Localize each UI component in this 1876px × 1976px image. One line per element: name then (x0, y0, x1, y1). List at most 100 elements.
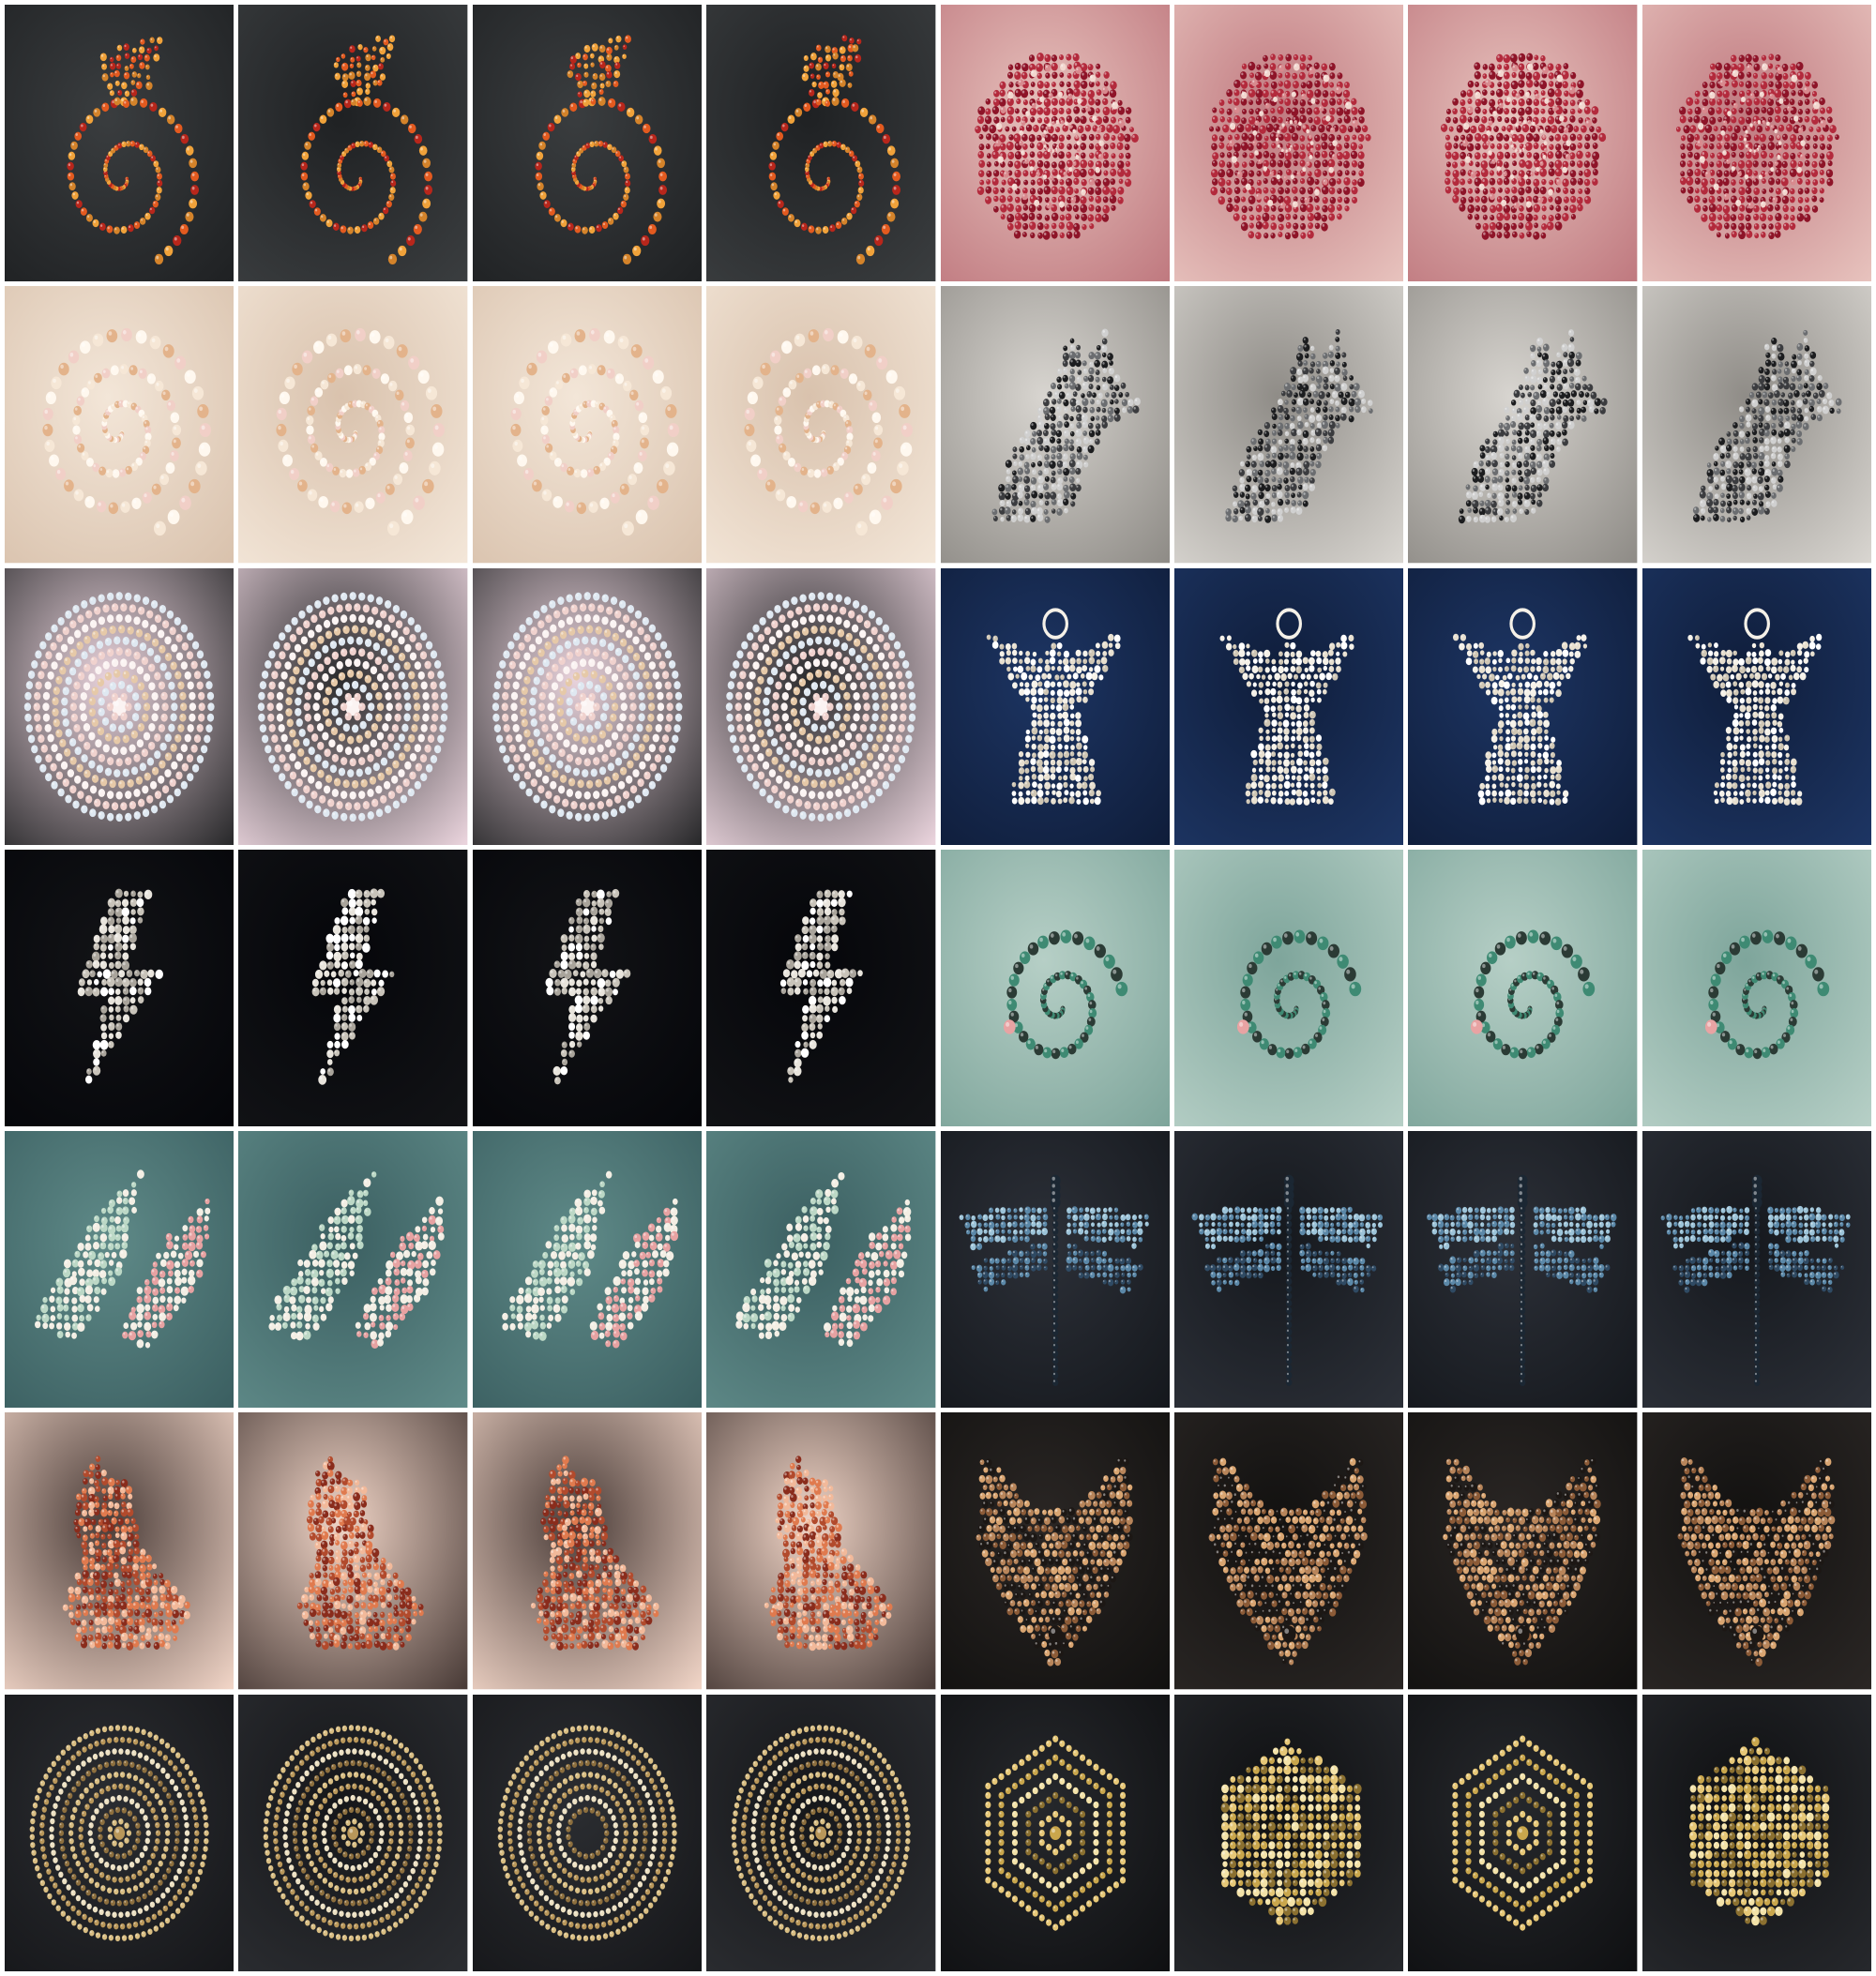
dot-circle-artwork (238, 1694, 468, 1971)
rose-art-tile (1408, 5, 1638, 282)
wolf-head-art-tile (1408, 1412, 1638, 1690)
wolf-silhouette-artwork (1408, 286, 1638, 564)
wolf-silhouette-art-tile (940, 286, 1170, 564)
wolf-silhouette-art-tile (1173, 286, 1404, 564)
mandala-flower-art-tile (706, 567, 936, 845)
curl-creature-artwork (1173, 849, 1404, 1127)
nautilus-artwork (472, 286, 703, 564)
hexagon-artwork (1642, 1694, 1871, 1971)
hexagon-art-tile (1173, 1694, 1404, 1971)
fox-sitting-art-tile (706, 1412, 936, 1690)
mandala-flower-artwork (472, 567, 703, 845)
angel-artwork (940, 567, 1170, 845)
phoenix-artwork (238, 5, 468, 282)
wolf-head-artwork (1173, 1412, 1404, 1690)
fox-sitting-artwork (706, 1412, 936, 1690)
hexagon-art-tile (1408, 1694, 1638, 1971)
wings-art-tile (472, 1131, 703, 1409)
nautilus-art-tile (238, 286, 468, 564)
wings-art-tile (238, 1131, 468, 1409)
rose-artwork (1173, 5, 1404, 282)
dragonfly-artwork (1173, 1131, 1404, 1409)
wolf-silhouette-artwork (1173, 286, 1404, 564)
phoenix-art-tile (706, 5, 936, 282)
curl-creature-art-tile (1408, 849, 1638, 1127)
lightning-bolt-artwork (238, 849, 468, 1127)
curl-creature-art-tile (940, 849, 1170, 1127)
hexagon-art-tile (1642, 1694, 1871, 1971)
dot-circle-art-tile (5, 1694, 234, 1971)
wolf-silhouette-artwork (940, 286, 1170, 564)
hexagon-artwork (1173, 1694, 1404, 1971)
wings-artwork (472, 1131, 703, 1409)
curl-creature-art-tile (1642, 849, 1871, 1127)
dot-circle-artwork (472, 1694, 703, 1971)
hexagon-artwork (940, 1694, 1170, 1971)
mandala-flower-artwork (238, 567, 468, 845)
dot-circle-art-tile (706, 1694, 936, 1971)
lightning-bolt-artwork (706, 849, 936, 1127)
image-mosaic-grid (5, 5, 1871, 1971)
mandala-flower-artwork (706, 567, 936, 845)
wings-artwork (706, 1131, 936, 1409)
dragonfly-artwork (1408, 1131, 1638, 1409)
dragonfly-art-tile (940, 1131, 1170, 1409)
wolf-head-art-tile (1173, 1412, 1404, 1690)
angel-artwork (1408, 567, 1638, 845)
fox-sitting-artwork (5, 1412, 234, 1690)
mandala-flower-art-tile (238, 567, 468, 845)
dot-circle-artwork (5, 1694, 234, 1971)
dot-circle-artwork (706, 1694, 936, 1971)
hexagon-art-tile (940, 1694, 1170, 1971)
phoenix-art-tile (238, 5, 468, 282)
lightning-bolt-art-tile (5, 849, 234, 1127)
phoenix-artwork (706, 5, 936, 282)
fox-sitting-art-tile (5, 1412, 234, 1690)
mandala-flower-artwork (5, 567, 234, 845)
lightning-bolt-artwork (472, 849, 703, 1127)
wolf-head-art-tile (940, 1412, 1170, 1690)
wolf-silhouette-artwork (1642, 286, 1871, 564)
rose-artwork (1642, 5, 1871, 282)
angel-art-tile (1642, 567, 1871, 845)
nautilus-art-tile (706, 286, 936, 564)
fox-sitting-art-tile (238, 1412, 468, 1690)
dragonfly-art-tile (1642, 1131, 1871, 1409)
dragonfly-artwork (1642, 1131, 1871, 1409)
fox-sitting-artwork (238, 1412, 468, 1690)
lightning-bolt-art-tile (706, 849, 936, 1127)
wings-art-tile (5, 1131, 234, 1409)
phoenix-artwork (5, 5, 234, 282)
angel-art-tile (940, 567, 1170, 845)
wings-artwork (238, 1131, 468, 1409)
wolf-head-art-tile (1642, 1412, 1871, 1690)
rose-artwork (1408, 5, 1638, 282)
phoenix-artwork (472, 5, 703, 282)
rose-art-tile (1173, 5, 1404, 282)
dot-circle-art-tile (238, 1694, 468, 1971)
lightning-bolt-artwork (5, 849, 234, 1127)
phoenix-art-tile (472, 5, 703, 282)
wolf-head-artwork (1642, 1412, 1871, 1690)
curl-creature-art-tile (1173, 849, 1404, 1127)
fox-sitting-artwork (472, 1412, 703, 1690)
wolf-head-artwork (940, 1412, 1170, 1690)
wolf-silhouette-art-tile (1408, 286, 1638, 564)
nautilus-art-tile (5, 286, 234, 564)
hexagon-artwork (1408, 1694, 1638, 1971)
rose-art-tile (1642, 5, 1871, 282)
rose-artwork (940, 5, 1170, 282)
curl-creature-artwork (1408, 849, 1638, 1127)
curl-creature-artwork (1642, 849, 1871, 1127)
dragonfly-art-tile (1173, 1131, 1404, 1409)
angel-art-tile (1173, 567, 1404, 845)
dragonfly-art-tile (1408, 1131, 1638, 1409)
rose-art-tile (940, 5, 1170, 282)
angel-artwork (1642, 567, 1871, 845)
nautilus-artwork (238, 286, 468, 564)
nautilus-artwork (706, 286, 936, 564)
nautilus-art-tile (472, 286, 703, 564)
nautilus-artwork (5, 286, 234, 564)
mandala-flower-art-tile (5, 567, 234, 845)
curl-creature-artwork (940, 849, 1170, 1127)
